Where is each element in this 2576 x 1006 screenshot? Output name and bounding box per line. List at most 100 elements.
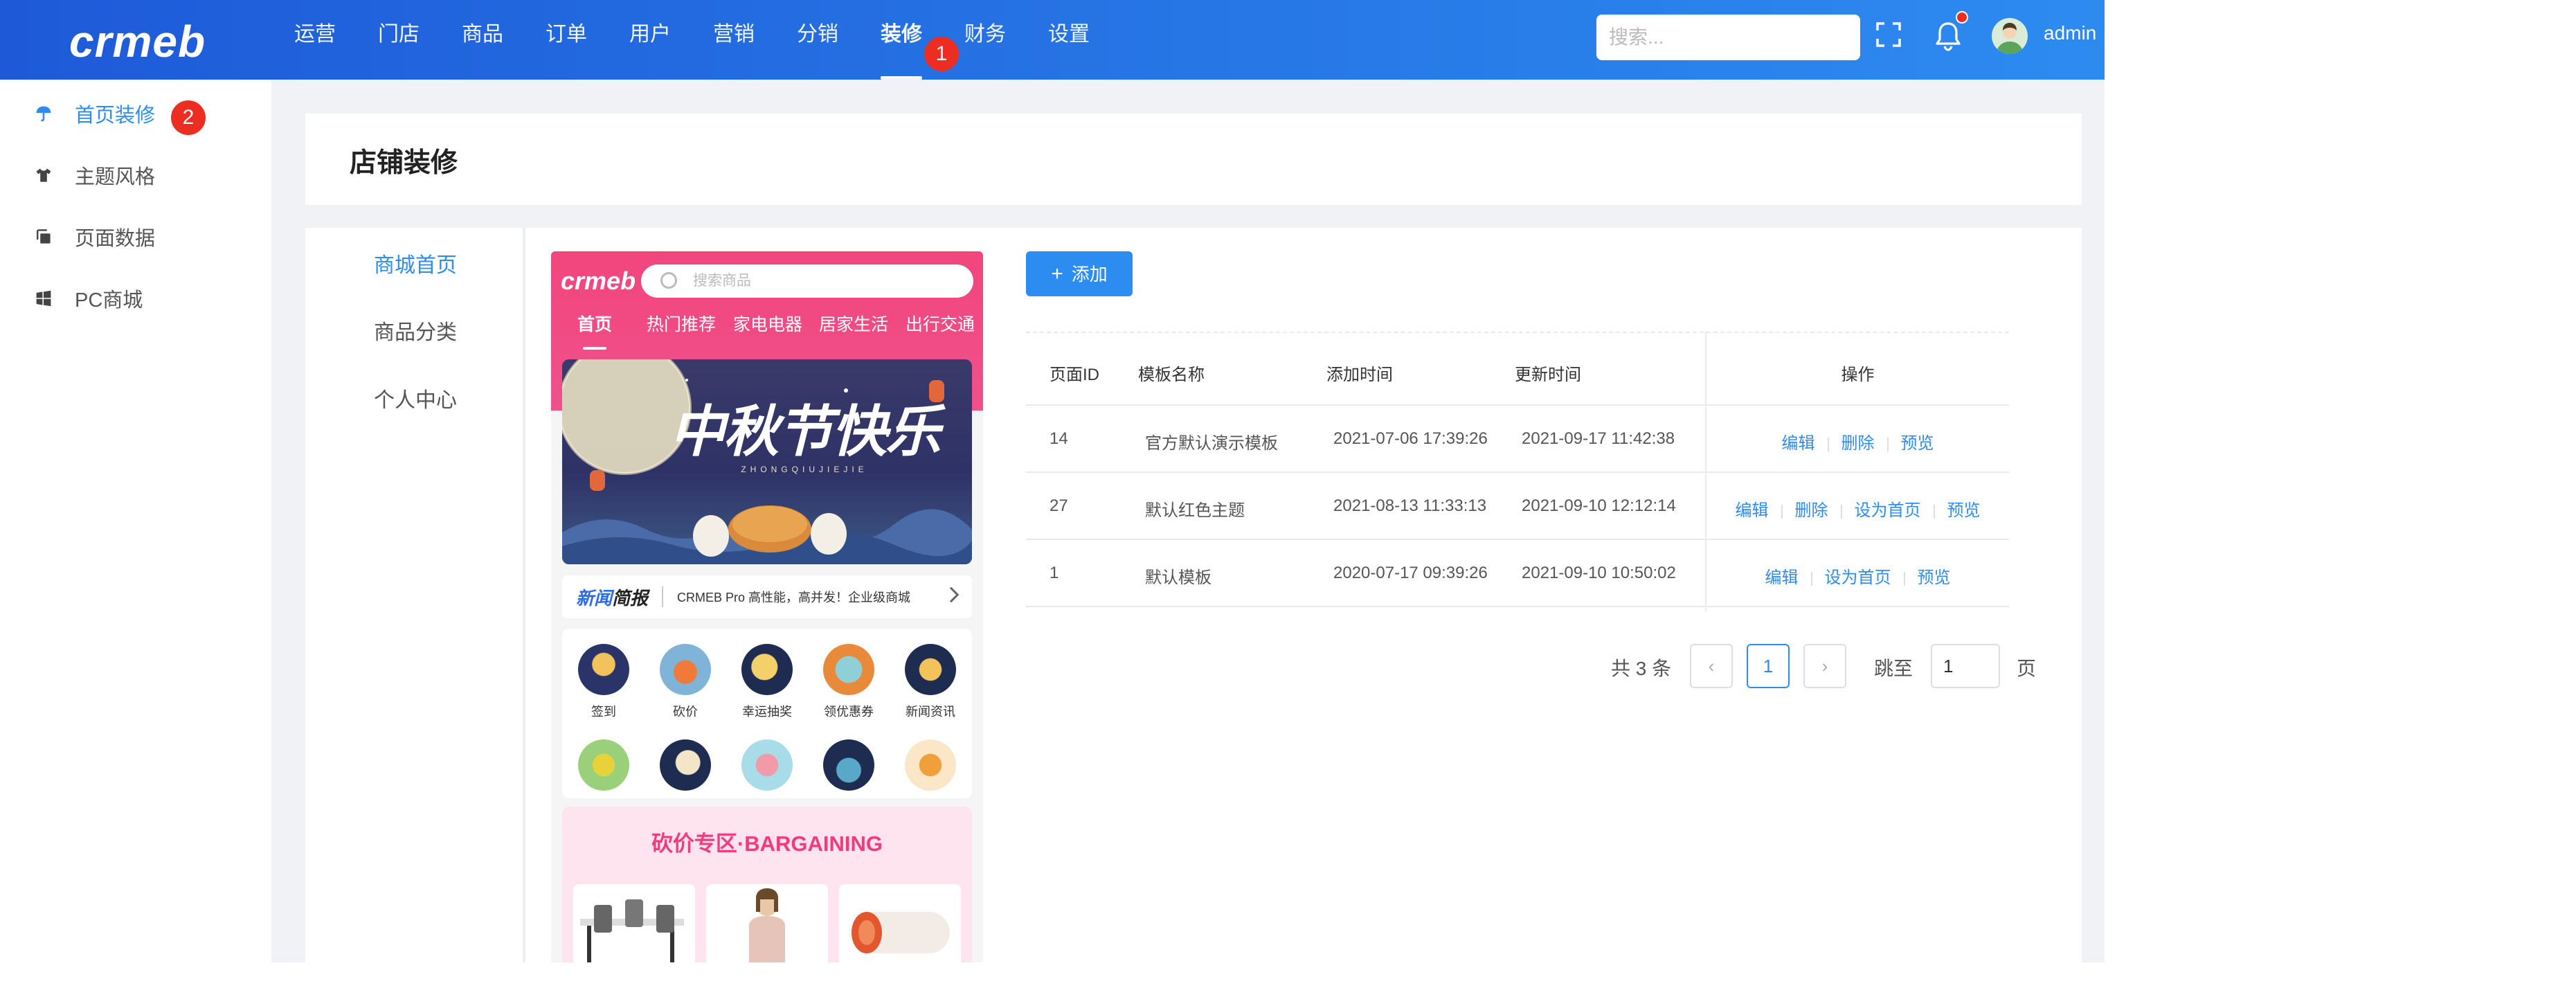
preview-banner: 中秋节快乐 ZHONGQIUJIEJIE bbox=[562, 359, 972, 564]
pagination: 共 3 条 ‹ 1 › 跳至 页 bbox=[1580, 644, 2064, 690]
news-title: 新闻简报 bbox=[576, 587, 649, 609]
bargain-icon bbox=[660, 644, 711, 695]
delete-link[interactable]: 删除 bbox=[1795, 501, 1828, 520]
page-type-mall-home[interactable]: 商城首页 bbox=[305, 248, 525, 278]
nav-item-store[interactable]: 门店 bbox=[378, 0, 420, 80]
grid-item bbox=[732, 739, 802, 791]
grid-item: 新闻资讯 bbox=[896, 644, 965, 720]
add-template-button[interactable]: + 添加 bbox=[1026, 251, 1133, 296]
windows-icon bbox=[33, 288, 54, 309]
nav-item-settings[interactable]: 设置 bbox=[1048, 0, 1090, 80]
preview-link[interactable]: 预览 bbox=[1918, 568, 1951, 587]
news-content: CRMEB Pro 高性能，高并发！企业级商城 bbox=[677, 591, 911, 604]
search-input[interactable] bbox=[1596, 15, 1860, 60]
table-row: 1 默认模板 2020-07-17 09:39:26 2021-09-10 10… bbox=[1026, 540, 2009, 607]
jump-label: 跳至 bbox=[1874, 658, 1913, 679]
set-homepage-link[interactable]: 设为首页 bbox=[1825, 568, 1891, 587]
nav-item-order[interactable]: 订单 bbox=[546, 0, 587, 80]
sidebar-item-home-decoration[interactable]: 首页装修 bbox=[33, 96, 155, 131]
plus-icon: + bbox=[1051, 262, 1063, 285]
row-actions: 编辑 删除 预览 bbox=[1706, 429, 2009, 453]
preview-tab: 出行交通 bbox=[906, 315, 975, 334]
search-icon bbox=[660, 272, 677, 289]
page-type-category[interactable]: 商品分类 bbox=[305, 315, 525, 345]
sidebar-item-pc-mall[interactable]: PC商城 bbox=[33, 281, 143, 316]
notification-bell-icon[interactable] bbox=[1934, 11, 1968, 51]
column-header: 模板名称 bbox=[1138, 366, 1205, 384]
grid-icon bbox=[741, 739, 793, 791]
preview-menu-grid: 签到 砍价 幸运抽奖 领优惠券 新闻资讯 bbox=[562, 629, 972, 798]
page-title: 店铺装修 bbox=[350, 148, 458, 178]
bargain-product bbox=[573, 884, 695, 962]
preview-tab: 热门推荐 bbox=[647, 315, 717, 334]
cell-id: 1 bbox=[1050, 564, 1059, 582]
jump-page-input[interactable] bbox=[1931, 644, 2000, 688]
nav-item-product[interactable]: 商品 bbox=[462, 0, 503, 80]
preview-link[interactable]: 预览 bbox=[1901, 434, 1934, 453]
username[interactable]: admin bbox=[2044, 22, 2096, 44]
grid-item: 砍价 bbox=[651, 644, 720, 720]
news-icon bbox=[905, 644, 956, 695]
top-header: crmeb 运营 门店 商品 订单 用户 营销 分销 装修 财务 设置 1 搜索… bbox=[0, 0, 2105, 80]
cell-id: 27 bbox=[1050, 496, 1068, 515]
page-type-user-center[interactable]: 个人中心 bbox=[305, 383, 525, 413]
page-number-button[interactable]: 1 bbox=[1747, 644, 1790, 688]
column-header: 更新时间 bbox=[1515, 366, 1581, 384]
nav-item-user[interactable]: 用户 bbox=[629, 0, 671, 80]
sidebar-item-label: 主题风格 bbox=[75, 166, 156, 188]
chevron-right-icon bbox=[943, 586, 960, 603]
page-header: 店铺装修 bbox=[305, 114, 2082, 205]
row-actions: 编辑 设为首页 预览 bbox=[1706, 564, 2009, 588]
delete-link[interactable]: 删除 bbox=[1841, 434, 1875, 453]
sidebar-item-label: PC商城 bbox=[75, 289, 143, 312]
edit-link[interactable]: 编辑 bbox=[1782, 434, 1815, 453]
bargain-product bbox=[706, 884, 828, 962]
sidebar-item-label: 首页装修 bbox=[75, 105, 156, 127]
banner-title: 中秋节快乐 bbox=[669, 399, 941, 464]
edit-link[interactable]: 编辑 bbox=[1765, 568, 1799, 587]
grid-icon bbox=[660, 739, 711, 791]
preview-link[interactable]: 预览 bbox=[1947, 501, 1981, 520]
preview-tab: 居家生活 bbox=[819, 315, 889, 334]
row-actions: 编辑 删除 设为首页 预览 bbox=[1706, 496, 2009, 521]
nav-item-finance[interactable]: 财务 bbox=[964, 0, 1006, 80]
mobile-preview[interactable]: crmeb 搜索商品 首页 热门推荐 家电电器 居家生活 出行交通 中秋节快乐 … bbox=[551, 251, 983, 962]
preview-logo: crmeb bbox=[561, 267, 636, 295]
cell-updated: 2021-09-10 10:50:02 bbox=[1522, 564, 1676, 582]
page-type-nav: 商城首页 商品分类 个人中心 bbox=[305, 228, 525, 962]
sidebar-item-theme-style[interactable]: 主题风格 bbox=[33, 158, 155, 192]
chevron-right-icon: › bbox=[1821, 656, 1828, 676]
sidebar-item-page-data[interactable]: 页面数据 bbox=[33, 219, 155, 254]
preview-tab: 首页 bbox=[577, 311, 612, 350]
grid-item bbox=[896, 739, 965, 791]
checkin-icon bbox=[578, 644, 629, 695]
preview-search-placeholder: 搜索商品 bbox=[693, 273, 751, 289]
nav-item-marketing[interactable]: 营销 bbox=[713, 0, 755, 80]
add-button-label: 添加 bbox=[1071, 264, 1108, 285]
nav-item-distribution[interactable]: 分销 bbox=[797, 0, 838, 80]
grid-item bbox=[569, 739, 638, 791]
prev-page-button[interactable]: ‹ bbox=[1690, 644, 1733, 688]
lucky-draw-icon bbox=[741, 644, 793, 695]
table-row: 27 默认红色主题 2021-08-13 11:33:13 2021-09-10… bbox=[1026, 473, 2009, 540]
preview-bargain-section: 砍价专区·BARGAINING bbox=[562, 807, 972, 962]
nav-item-operation[interactable]: 运营 bbox=[294, 0, 336, 80]
nav-item-decoration[interactable]: 装修 bbox=[881, 0, 922, 80]
step-badge-1: 1 bbox=[924, 37, 959, 71]
page-unit-label: 页 bbox=[2017, 658, 2037, 679]
cell-added: 2020-07-17 09:39:26 bbox=[1333, 564, 1488, 582]
next-page-button[interactable]: › bbox=[1803, 644, 1846, 688]
copy-icon bbox=[33, 226, 54, 247]
fullscreen-icon[interactable] bbox=[1875, 21, 1902, 48]
sidebar: 首页装修 2 主题风格 页面数据 PC商城 bbox=[0, 80, 271, 962]
preview-tab: 家电电器 bbox=[733, 315, 803, 334]
cell-added: 2021-07-06 17:39:26 bbox=[1333, 429, 1488, 448]
step-badge-2: 2 bbox=[171, 100, 206, 135]
grid-icon bbox=[578, 739, 629, 791]
preview-tabs: 首页 热门推荐 家电电器 居家生活 出行交通 bbox=[551, 311, 983, 350]
edit-link[interactable]: 编辑 bbox=[1736, 501, 1769, 520]
grid-item bbox=[814, 739, 883, 791]
set-homepage-link[interactable]: 设为首页 bbox=[1855, 501, 1921, 520]
avatar[interactable] bbox=[1992, 18, 2028, 54]
table-header: 页面ID 模板名称 添加时间 更新时间 操作 bbox=[1026, 332, 2009, 406]
